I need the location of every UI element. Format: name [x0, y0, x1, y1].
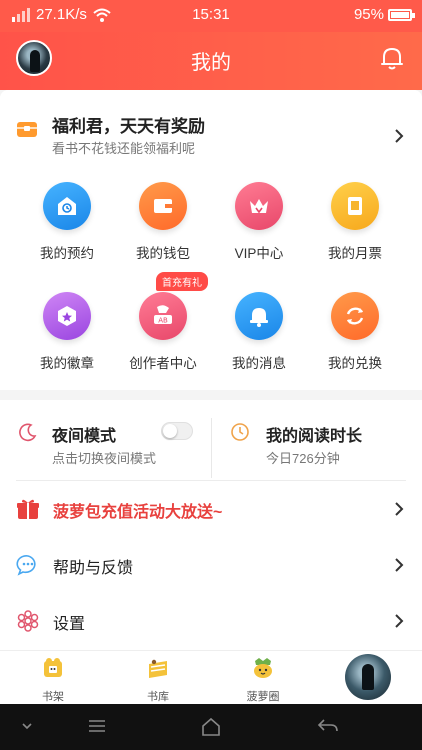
tab-bookshelf[interactable]: 书架 [13, 655, 93, 704]
page-title: 我的 [191, 52, 231, 74]
help-feedback-label: 帮助与反馈 [53, 560, 134, 577]
writer-icon: AB [139, 292, 187, 340]
tab-label: 书库 [147, 691, 169, 703]
grid-item-creator[interactable]: AB 创作者中心 [118, 292, 208, 372]
notification-bell-icon[interactable] [378, 44, 406, 72]
first-charge-badge: 首充有礼 [156, 272, 208, 291]
welfare-row[interactable]: 福利君，天天有奖励 看书不花钱还能领福利呢 [0, 108, 422, 158]
promo-text: 菠萝包充值活动大放送~ [53, 504, 223, 521]
grid-item-monthly-ticket[interactable]: 我的月票 [310, 182, 400, 262]
treasure-chest-icon [17, 122, 37, 137]
menu-icon[interactable] [87, 717, 107, 735]
grid-item-vip[interactable]: VIP中心 [214, 182, 304, 262]
battery-percent: 95% [353, 6, 384, 23]
night-mode-subtitle: 点击切换夜间模式 [52, 451, 157, 466]
grid-label: 我的月票 [328, 246, 382, 261]
reading-time-title: 我的阅读时长 [266, 428, 363, 445]
night-mode-title: 夜间模式 [52, 428, 117, 445]
settings-row[interactable]: 设置 [0, 593, 422, 649]
help-feedback-row[interactable]: 帮助与反馈 [0, 537, 422, 593]
tab-label: 书架 [42, 691, 64, 703]
reading-time-row[interactable]: 我的阅读时长 今日726分钟 [211, 418, 422, 478]
chevron-right-icon [395, 502, 404, 516]
tab-profile-avatar[interactable] [345, 654, 391, 700]
grid-item-reservation[interactable]: 我的预约 [22, 182, 112, 262]
status-bar: 27.1K/s 15:31 95% [0, 0, 422, 32]
battery-icon [388, 8, 415, 21]
grid-item-badges[interactable]: 我的徽章 [22, 292, 112, 372]
exchange-icon [331, 292, 379, 340]
crown-icon [235, 182, 283, 230]
calendar-clock-icon [43, 182, 91, 230]
bell-icon [235, 292, 283, 340]
tab-library[interactable]: 书库 [118, 655, 198, 704]
night-mode-row[interactable]: 夜间模式 点击切换夜间模式 [0, 418, 211, 478]
chevron-right-icon [395, 129, 404, 143]
welfare-card: 福利君，天天有奖励 看书不花钱还能领福利呢 我的预约 我的钱包 VIP中心 我的… [0, 90, 422, 390]
back-icon[interactable] [316, 717, 340, 735]
pineapple-icon [254, 658, 272, 678]
collapse-icon[interactable] [20, 717, 34, 735]
chevron-right-icon [395, 558, 404, 572]
bookshelf-icon [44, 658, 62, 677]
chevron-right-icon [395, 614, 404, 628]
battery-fill [391, 11, 409, 18]
grid-item-messages[interactable]: 我的消息 [214, 292, 304, 372]
header: 我的 [0, 32, 422, 90]
grid-item-wallet[interactable]: 我的钱包 [118, 182, 208, 262]
bottom-tab-bar: 书架 书库 菠萝圈 [0, 650, 422, 704]
grid-label: VIP中心 [234, 246, 284, 261]
flower-settings-icon [17, 610, 39, 632]
night-mode-toggle[interactable] [161, 422, 193, 440]
moon-icon [19, 423, 37, 442]
status-right: 95% [353, 6, 415, 23]
grid-label: 创作者中心 [129, 356, 197, 371]
gift-icon [17, 499, 39, 519]
grid-item-exchange[interactable]: 我的兑换 [310, 292, 400, 372]
reading-time-value: 今日726分钟 [266, 451, 340, 466]
settings-label: 设置 [53, 616, 86, 633]
ticket-icon [331, 182, 379, 230]
clock-icon [231, 423, 249, 441]
system-nav-bar [0, 704, 422, 750]
grid-label: 我的消息 [232, 356, 286, 371]
home-icon[interactable] [200, 717, 222, 737]
badge-star-icon [43, 292, 91, 340]
settings-card: 夜间模式 点击切换夜间模式 我的阅读时长 今日726分钟 菠萝包充值活动大放送~… [0, 400, 422, 650]
welfare-subtitle: 看书不花钱还能领福利呢 [52, 141, 196, 156]
promo-row[interactable]: 菠萝包充值活动大放送~ [0, 481, 422, 537]
tab-pineapple-circle[interactable]: 菠萝圈 [223, 655, 303, 704]
chat-bubble-icon [16, 555, 36, 576]
grid-label: 我的钱包 [136, 246, 190, 261]
wallet-icon [139, 182, 187, 230]
tab-label: 菠萝圈 [246, 691, 280, 703]
svg-text:AB: AB [158, 317, 168, 325]
grid-label: 我的兑换 [328, 356, 382, 371]
grid-label: 我的预约 [40, 246, 94, 261]
library-icon [149, 659, 167, 678]
welfare-title: 福利君，天天有奖励 [52, 117, 205, 136]
grid-label: 我的徽章 [40, 356, 94, 371]
